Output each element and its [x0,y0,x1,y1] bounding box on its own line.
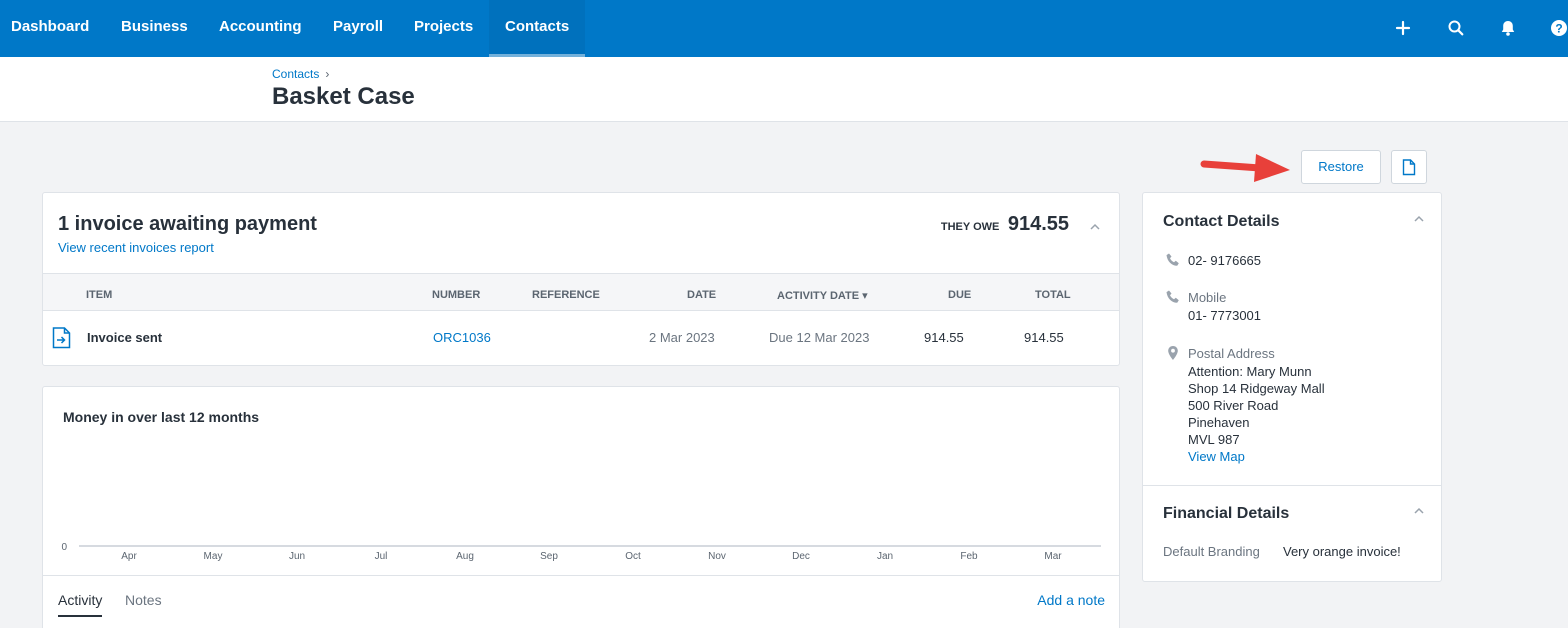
x-tick-label: May [204,551,223,562]
x-tick-label: Feb [960,551,978,562]
x-tick-label: Dec [792,551,810,562]
invoices-card: 1 invoice awaiting payment View recent i… [42,192,1120,366]
x-tick-label: Aug [456,551,474,562]
col-due[interactable]: DUE [948,289,971,301]
x-tick-label: Sep [540,551,558,562]
x-tick-label: Apr [121,551,137,562]
location-pin-icon [1168,346,1178,360]
phone-icon [1166,253,1179,266]
details-divider [1143,485,1441,486]
page-header: Contacts › Basket Case [0,57,1568,122]
document-icon [1402,159,1416,176]
mobile-label: Mobile [1188,290,1227,305]
plus-icon[interactable] [1393,18,1413,38]
phone-number: 02- 9176665 [1188,253,1262,268]
they-owe-label: THEY OWE [940,221,1000,233]
row-activity-date: Due 12 Mar 2023 [769,330,870,345]
bell-icon[interactable] [1498,18,1518,38]
details-card: Contact Details 02- 9176665 Mobile 01- 7… [1142,192,1442,582]
nav-projects[interactable]: Projects [414,0,473,57]
chevron-up-icon[interactable] [1089,221,1101,233]
x-tick-label: Jul [375,551,388,562]
row-total: 914.55 [1024,330,1064,345]
add-note-link[interactable]: Add a note [1037,592,1105,608]
svg-text:?: ? [1555,22,1562,36]
row-due: 914.55 [924,330,964,345]
address-line: Pinehaven [1188,415,1250,430]
col-date[interactable]: DATE [687,289,716,301]
col-number[interactable]: NUMBER [432,289,480,301]
contact-details-title: Contact Details [1163,213,1280,230]
address-line: MVL 987 [1188,432,1240,447]
nav-payroll[interactable]: Payroll [333,0,383,57]
financial-details-title: Financial Details [1163,505,1290,522]
chevron-up-icon[interactable] [1413,505,1425,517]
col-activity-date-label: ACTIVITY DATE [777,290,860,302]
y-tick-label: 0 [61,542,67,553]
breadcrumb-separator: › [325,67,330,81]
nav-business[interactable]: Business [121,0,188,57]
mobile-phone-icon [1166,290,1179,303]
top-nav: Dashboard Business Accounting Payroll Pr… [0,0,1568,57]
they-owe: THEY OWE 914.55 [941,213,1069,236]
col-item: ITEM [86,289,113,301]
chart-title: Money in over last 12 months [63,409,260,425]
invoices-title: 1 invoice awaiting payment [58,213,317,235]
row-number[interactable]: ORC1036 [433,330,491,345]
col-reference[interactable]: REFERENCE [532,289,600,301]
tab-notes[interactable]: Notes [125,592,162,608]
default-branding-label: Default Branding [1163,544,1260,559]
nav-contacts[interactable]: Contacts [489,0,585,57]
tab-activity[interactable]: Activity [58,592,103,617]
row-date: 2 Mar 2023 [649,330,715,345]
breadcrumb: Contacts › [272,67,329,81]
document-button[interactable] [1391,150,1427,184]
address-line: Shop 14 Ridgeway Mall [1188,381,1325,396]
help-icon[interactable]: ? [1549,18,1568,38]
search-icon[interactable] [1446,18,1466,38]
invoice-table-header: ITEM NUMBER REFERENCE DATE ACTIVITY DATE… [43,273,1119,311]
view-map-link[interactable]: View Map [1188,448,1245,465]
x-tick-label: Oct [625,551,641,562]
recent-invoices-report-link[interactable]: View recent invoices report [58,240,214,255]
x-tick-label: Jun [289,551,305,562]
address-line: Attention: Mary Munn [1188,364,1312,379]
postal-address-label: Postal Address [1188,346,1275,361]
x-tick-label: Nov [708,551,726,562]
activity-tabs: Activity Notes Add a note [43,575,1119,628]
money-in-chart: 0 Apr May Jun Jul Aug Sep Oct Nov Dec Jan Feb Mar [61,542,1101,562]
row-item: Invoice sent [87,330,163,345]
invoice-sent-icon [52,327,71,349]
col-total[interactable]: TOTAL [1035,289,1071,301]
restore-button[interactable]: Restore [1301,150,1381,184]
nav-accounting[interactable]: Accounting [219,0,302,57]
annotation-arrow [1200,154,1290,182]
breadcrumb-contacts[interactable]: Contacts [272,67,319,81]
mobile-number: 01- 7773001 [1188,308,1262,323]
address-line: 500 River Road [1188,398,1279,413]
chevron-up-icon[interactable] [1413,213,1425,225]
x-tick-label: Jan [877,551,893,562]
sort-desc-icon: ▾ [862,290,868,302]
x-tick-label: Mar [1044,551,1062,562]
they-owe-amount: 914.55 [1007,213,1069,235]
money-in-card: Money in over last 12 months 0 Apr May Jun J… [42,386,1120,628]
page-title: Basket Case [272,83,415,110]
col-activity-date[interactable]: ACTIVITY DATE ▾ [777,289,868,302]
default-branding-value: Very orange invoice! [1283,544,1401,559]
nav-dashboard[interactable]: Dashboard [11,0,89,57]
